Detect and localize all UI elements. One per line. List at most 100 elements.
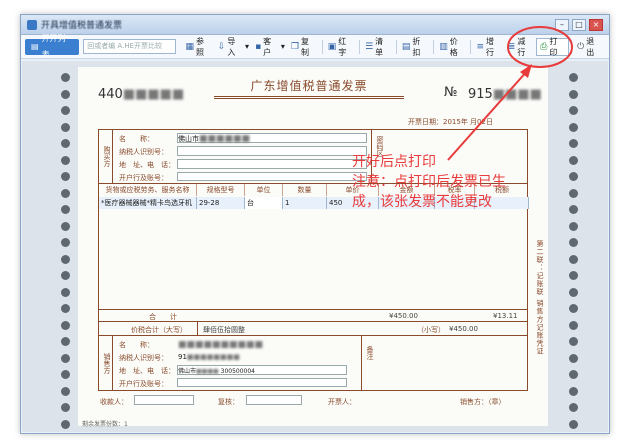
item-name-cell[interactable]: *医疗器械器械*精卡鸟选牙机 — [99, 197, 197, 209]
sprocket-hole — [569, 122, 578, 132]
invoice-no-label: № — [444, 85, 458, 100]
total-amount: ¥450.00 — [389, 312, 418, 320]
invoice-date: 开票日期：2015年 月02日 — [408, 118, 493, 126]
customer-label: 客户 — [263, 36, 272, 57]
seller-name-label: 名 称： — [119, 341, 154, 349]
sprocket-hole — [569, 337, 578, 346]
copy-side-label: 第二联：记账联 销售方记账凭证 — [536, 240, 544, 356]
buyer-tax-field[interactable] — [177, 146, 367, 156]
price-label: 价格 — [449, 36, 458, 57]
payee-field[interactable] — [134, 395, 194, 405]
buyer-name-field[interactable]: 佛山市■■■■■■ — [177, 133, 367, 144]
reviewer-label: 复核： — [218, 398, 239, 406]
exit-button[interactable]: ⏻ 退出 — [574, 37, 605, 57]
annotation-text: 开好后点打印 注意：点打印后发票已生 成，该张发票不能更改 — [352, 152, 562, 212]
seller-address-field[interactable]: 佛山市■■■■ 300500004 — [177, 365, 347, 375]
print-button[interactable]: ⎙ 打印 — [536, 37, 570, 57]
invoice-list-tab-label: 开开列表 — [41, 33, 66, 59]
copy-button[interactable]: ❐ 复制 — [288, 37, 320, 57]
seller-seal-label: 销售方：（章） — [460, 398, 506, 406]
reference-icon: ▦ — [185, 41, 194, 52]
sprocket-hole — [569, 238, 578, 247]
import-icon: ⇩ — [217, 41, 226, 52]
sprocket-hole — [569, 370, 578, 379]
sprocket-hole — [569, 106, 578, 115]
grand-total-small: ¥450.00 — [449, 325, 478, 333]
red-invoice-icon: ▣ — [327, 41, 337, 52]
total-row: 合 计 ¥450.00 ¥13.11 — [99, 310, 527, 322]
sprocket-hole — [569, 73, 578, 82]
minimize-button[interactable]: – — [555, 18, 569, 31]
reference-button[interactable]: ▦ 参照 — [182, 37, 214, 57]
sprocket-hole — [61, 172, 70, 181]
item-qty-cell[interactable]: 1 — [283, 197, 327, 209]
grand-total-label: 价税合计（大写） — [131, 326, 187, 334]
sprocket-hole — [61, 287, 70, 297]
payee-label: 收款人： — [100, 398, 128, 406]
power-icon: ⏻ — [577, 41, 585, 52]
sprocket-hole — [61, 370, 70, 379]
sprocket-hole — [61, 337, 70, 346]
sprocket-hole — [569, 287, 578, 297]
seller-tax-field[interactable]: 91■■■■■■■■ — [177, 352, 327, 362]
remove-row-label: 减行 — [517, 36, 526, 57]
list-button[interactable]: ☰ 清单 — [362, 37, 394, 57]
invoice-title: 广东增值税普通发票 — [214, 77, 404, 99]
sprocket-hole — [61, 386, 70, 396]
print-icon: ⎙ — [540, 41, 548, 52]
invoice-list-tab[interactable]: ▤ 开开列表 — [25, 34, 80, 59]
sprocket-hole — [61, 353, 70, 363]
import-button[interactable]: ⇩ 导入 ▾ — [215, 36, 252, 57]
sprocket-hole — [61, 205, 70, 214]
price-button[interactable]: ▥ 价格 — [436, 36, 468, 57]
app-icon — [27, 19, 37, 30]
chevron-down-icon: ▾ — [245, 42, 250, 51]
buyer-address-field[interactable] — [177, 159, 367, 169]
seller-bank-field[interactable] — [177, 378, 347, 387]
sprocket-hole — [569, 139, 578, 148]
list-icon: ▤ — [31, 41, 39, 51]
issuer-label: 开票人： — [328, 398, 356, 406]
remove-row-icon: ≣ — [507, 41, 516, 52]
customer-icon: ▪ — [255, 41, 262, 52]
seller-side-label: 销售方 — [99, 336, 113, 391]
sprocket-hole — [569, 419, 578, 429]
sprocket-hole — [61, 155, 70, 165]
search-input[interactable]: 回或者编 A.HE开票比较 — [83, 39, 177, 54]
item-unit-cell[interactable]: 台 — [245, 197, 283, 209]
remark-label: 备注 — [366, 346, 374, 360]
remove-row-button[interactable]: ≣ 减行 — [505, 36, 536, 57]
close-button[interactable]: × — [589, 18, 603, 31]
sprocket-hole — [61, 403, 70, 412]
reviewer-field[interactable] — [246, 395, 302, 405]
buyer-name-label: 名 称： — [119, 135, 154, 143]
sprocket-hole — [61, 73, 70, 82]
seller-name-field[interactable]: ■■■■■■■■■■ — [177, 339, 327, 350]
item-spec-cell[interactable]: 29-28 — [197, 197, 245, 209]
maximize-button[interactable]: □ — [572, 18, 586, 31]
sprocket-hole — [569, 386, 578, 396]
add-row-label: 增行 — [486, 36, 495, 57]
invoice-paper: 440■■■■■ 广东增值税普通发票 № 915■■■■ 开票日期：2015年 … — [78, 67, 548, 428]
total-label: 合 计 — [149, 313, 177, 321]
seller-bank-label: 开户行及账号： — [119, 380, 168, 388]
price-icon: ▥ — [439, 41, 448, 52]
discount-button[interactable]: ▤ 折扣 — [399, 37, 431, 57]
buyer-bank-field[interactable] — [177, 172, 367, 181]
buyer-address-label: 地 址、电 话： — [119, 161, 175, 169]
list-icon: ☰ — [365, 41, 374, 52]
add-row-button[interactable]: ≡ 增行 — [473, 36, 504, 57]
sprocket-hole — [569, 89, 578, 99]
column-qty: 数量 — [283, 184, 327, 196]
sprocket-hole — [61, 89, 70, 99]
invoice-code: 440■■■■■ — [98, 87, 185, 102]
sprocket-hole — [569, 205, 578, 214]
import-label: 导入 — [227, 36, 236, 57]
right-sprocket-strip — [562, 67, 586, 429]
red-invoice-label: 红字 — [338, 36, 347, 57]
customer-button[interactable]: ▪ 客户 ▾ — [252, 36, 288, 57]
red-invoice-button[interactable]: ▣ 红字 — [325, 36, 357, 57]
column-unit: 单位 — [245, 184, 283, 196]
invoice-window: 开具增值税普通发票 – □ × ▤ 开开列表 回或者编 A.HE开票比较 ▦ 参照… — [20, 14, 610, 434]
add-row-icon: ≡ — [476, 41, 485, 52]
